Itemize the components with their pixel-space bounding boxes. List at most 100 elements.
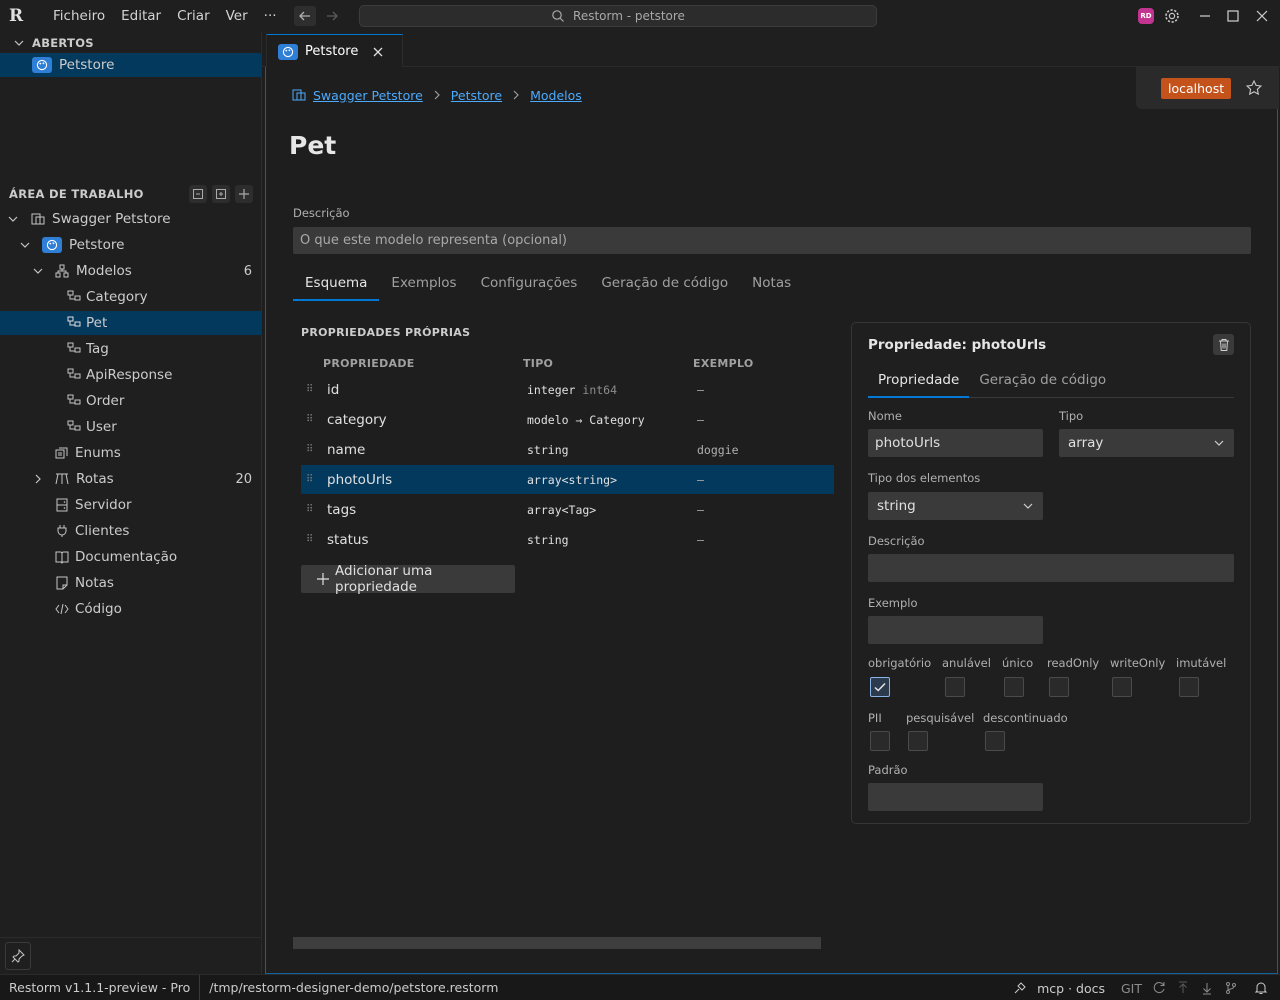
table-row[interactable]: ⠿ tags array<Tag> – xyxy=(301,495,834,524)
panel-tab-property[interactable]: Propriedade xyxy=(868,368,970,398)
tab-esquema[interactable]: Esquema xyxy=(293,273,380,301)
forward-arrow-icon[interactable] xyxy=(321,6,343,26)
description-input[interactable]: O que este modelo representa (opcional) xyxy=(293,227,1251,254)
gear-icon[interactable] xyxy=(1163,7,1181,25)
tree-model-item[interactable]: Order xyxy=(0,389,261,413)
status-git[interactable]: GIT xyxy=(1121,981,1142,996)
command-center-search[interactable]: Restorm - petstore xyxy=(359,5,877,27)
bell-icon[interactable] xyxy=(1254,981,1268,995)
tree-routes[interactable]: Rotas 20 xyxy=(0,467,261,491)
tab-exemplos[interactable]: Exemplos xyxy=(379,273,468,301)
drag-handle-icon[interactable]: ⠿ xyxy=(306,474,314,485)
pull-icon[interactable] xyxy=(1200,981,1214,995)
deprecated-checkbox[interactable] xyxy=(985,731,1005,751)
open-item-petstore[interactable]: Petstore xyxy=(0,53,261,77)
tree-model-item[interactable]: ApiResponse xyxy=(0,363,261,387)
tab-configuracoes[interactable]: Configurações xyxy=(469,273,590,301)
menu-more[interactable]: ··· xyxy=(256,0,285,32)
star-icon[interactable] xyxy=(1245,79,1263,97)
tree-label: Petstore xyxy=(69,237,125,253)
tree-notes[interactable]: Notas xyxy=(0,571,261,595)
type-select[interactable]: array xyxy=(1059,429,1234,457)
name-field[interactable]: photoUrls xyxy=(868,429,1043,457)
drag-handle-icon[interactable]: ⠿ xyxy=(306,384,314,395)
account-avatar[interactable]: RD xyxy=(1138,8,1154,24)
table-row[interactable]: ⠿ photoUrls array<string> – xyxy=(301,465,834,494)
add-property-button[interactable]: Adicionar uma propriedade xyxy=(301,563,515,595)
branch-icon[interactable] xyxy=(1224,981,1238,995)
drag-handle-icon[interactable]: ⠿ xyxy=(306,444,314,455)
table-row[interactable]: ⠿ name string doggie xyxy=(301,435,834,464)
example-field[interactable] xyxy=(868,616,1043,644)
property-type: string xyxy=(527,442,569,457)
element-type-select-value: string xyxy=(877,498,916,514)
searchable-checkbox[interactable] xyxy=(908,731,928,751)
close-window-icon[interactable] xyxy=(1254,8,1270,24)
tree-model-item[interactable]: Tag xyxy=(0,337,261,361)
readonly-checkbox[interactable] xyxy=(1049,677,1069,697)
unique-checkbox[interactable] xyxy=(1004,677,1024,697)
back-arrow-icon[interactable] xyxy=(294,6,316,26)
tree-model-item[interactable]: Pet xyxy=(0,311,261,335)
tab-geracao-codigo[interactable]: Geração de código xyxy=(589,273,740,301)
table-row[interactable]: ⠿ id integer int64 – xyxy=(301,375,834,404)
tab-notas[interactable]: Notas xyxy=(740,273,803,301)
maximize-icon[interactable] xyxy=(1225,8,1241,24)
tree-model-item[interactable]: Category xyxy=(0,285,261,309)
default-field[interactable] xyxy=(868,783,1043,811)
tree-model-item[interactable]: User xyxy=(0,415,261,439)
tree-clients[interactable]: Clientes xyxy=(0,519,261,543)
status-file-path[interactable]: /tmp/restorm-designer-demo/petstore.rest… xyxy=(200,980,498,995)
panel-tab-codegen[interactable]: Geração de código xyxy=(969,368,1116,398)
panel-description-field[interactable] xyxy=(868,554,1234,582)
tree-server[interactable]: Servidor xyxy=(0,493,261,517)
server-badge[interactable]: localhost xyxy=(1161,77,1232,99)
pii-checkbox[interactable] xyxy=(870,731,890,751)
menu-criar[interactable]: Criar xyxy=(169,0,218,32)
collapse-all-icon[interactable] xyxy=(189,185,207,203)
command-center-label: Restorm - petstore xyxy=(573,9,685,23)
description-label: Descrição xyxy=(293,206,350,220)
tree-root-swagger-petstore[interactable]: Swagger Petstore xyxy=(0,207,261,231)
workspace-repo-icon xyxy=(291,87,307,103)
tree-code[interactable]: Código xyxy=(0,597,261,621)
drag-handle-icon[interactable]: ⠿ xyxy=(306,504,314,515)
breadcrumb-models[interactable]: Modelos xyxy=(530,88,582,103)
breadcrumb-app[interactable]: Petstore xyxy=(451,88,502,103)
status-version[interactable]: Restorm v1.1.1-preview - Pro xyxy=(0,974,201,1000)
new-folder-icon[interactable] xyxy=(212,185,230,203)
menu-ver[interactable]: Ver xyxy=(218,0,256,32)
drag-handle-icon[interactable]: ⠿ xyxy=(306,534,314,545)
trash-icon[interactable] xyxy=(1213,334,1234,355)
drag-handle-icon[interactable]: ⠿ xyxy=(306,414,314,425)
horizontal-scrollbar[interactable] xyxy=(293,937,821,949)
tree-documentation[interactable]: Documentação xyxy=(0,545,261,569)
tab-petstore[interactable]: Petstore xyxy=(266,34,403,68)
immutable-checkbox[interactable] xyxy=(1179,677,1199,697)
tree-enums[interactable]: Enums xyxy=(0,441,261,465)
menu-ficheiro[interactable]: Ficheiro xyxy=(45,0,113,32)
palette-icon xyxy=(42,237,62,253)
tree-app-petstore[interactable]: Petstore xyxy=(0,233,261,257)
breadcrumb-workspace[interactable]: Swagger Petstore xyxy=(313,88,423,103)
minimize-icon[interactable] xyxy=(1197,8,1213,24)
element-type-select[interactable]: string xyxy=(868,492,1043,520)
status-mcp[interactable]: mcp · docs xyxy=(1037,981,1105,996)
workspace-header[interactable]: ÁREA DE TRABALHO xyxy=(0,183,262,205)
add-icon[interactable] xyxy=(235,185,253,203)
pin-icon[interactable] xyxy=(5,942,31,970)
table-row[interactable]: ⠿ status string – xyxy=(301,525,834,554)
tree-label: Category xyxy=(86,289,148,305)
menu-editar[interactable]: Editar xyxy=(113,0,169,32)
required-checkbox[interactable] xyxy=(870,677,890,697)
writeonly-checkbox[interactable] xyxy=(1112,677,1132,697)
push-icon[interactable] xyxy=(1176,981,1190,995)
panel-tabs: Propriedade Geração de código xyxy=(868,368,1234,398)
nullable-checkbox[interactable] xyxy=(945,677,965,697)
open-editors-header[interactable]: ABERTOS xyxy=(0,32,262,54)
refresh-icon[interactable] xyxy=(1152,981,1166,995)
close-icon[interactable] xyxy=(372,46,384,58)
tree-label: Notas xyxy=(75,575,114,591)
tree-models[interactable]: Modelos 6 xyxy=(0,259,261,283)
table-row[interactable]: ⠿ category modelo → Category – xyxy=(301,405,834,434)
